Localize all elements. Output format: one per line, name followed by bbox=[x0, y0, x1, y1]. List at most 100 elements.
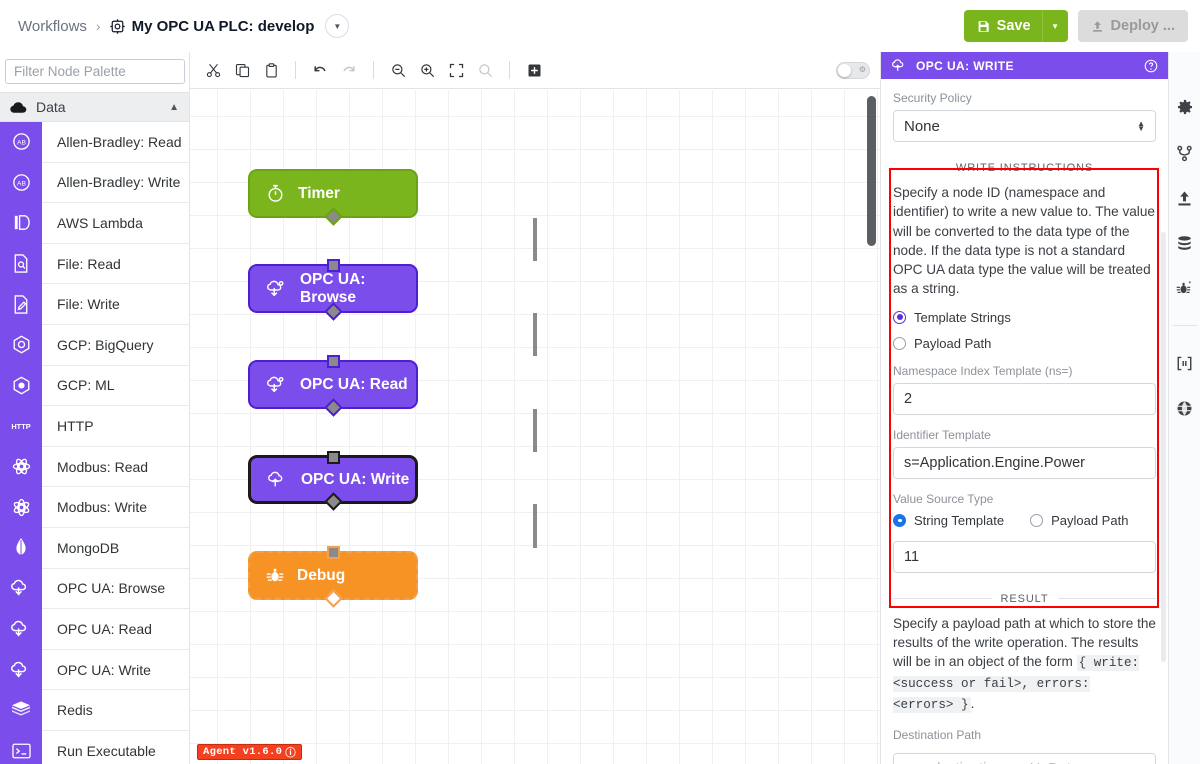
zoom-out-button[interactable] bbox=[385, 57, 411, 83]
modbus-read-icon bbox=[0, 446, 42, 487]
palette-item-file-write[interactable]: File: Write bbox=[0, 283, 189, 325]
panel-vertical-scrollbar[interactable] bbox=[1161, 232, 1166, 662]
destination-path-input[interactable] bbox=[893, 753, 1156, 764]
node-palette-sidebar: Data ▲ AB Allen-Bradley: Read AB Allen-Brad… bbox=[0, 52, 190, 764]
radio-string-template[interactable] bbox=[893, 513, 906, 527]
palette-item-http[interactable]: HTTP HTTP bbox=[0, 405, 189, 447]
filter-node-palette-input[interactable] bbox=[5, 59, 185, 84]
palette-item-label: GCP: BigQuery bbox=[57, 336, 154, 353]
breadcrumb-workflows-link[interactable]: Workflows bbox=[18, 18, 87, 35]
bug-gear-icon[interactable] bbox=[1175, 278, 1195, 298]
palette-item-opc-ua-write[interactable]: OPC UA: Write bbox=[0, 649, 189, 691]
node-input-port[interactable] bbox=[326, 546, 340, 559]
node-label: Debug bbox=[297, 566, 346, 584]
palette-item-redis[interactable]: Redis bbox=[0, 689, 189, 731]
canvas-node-timer[interactable]: Timer bbox=[248, 169, 418, 226]
canvas-vertical-scrollbar[interactable] bbox=[867, 96, 876, 246]
code-brackets-icon[interactable] bbox=[1175, 353, 1195, 373]
palette-item-modbus-read[interactable]: Modbus: Read bbox=[0, 446, 189, 488]
radio-value-payload-path[interactable] bbox=[1030, 513, 1044, 527]
namespace-index-input[interactable] bbox=[893, 382, 1156, 415]
gear-icon[interactable] bbox=[1175, 98, 1195, 118]
toggle-knob bbox=[838, 63, 851, 77]
radio-label: Template Strings bbox=[914, 309, 1011, 325]
reset-zoom-button[interactable] bbox=[472, 57, 498, 83]
zoom-in-button[interactable] bbox=[414, 57, 440, 83]
palette-item-file-read[interactable]: File: Read bbox=[0, 243, 189, 285]
canvas-mode-toggle[interactable]: ⚙ bbox=[836, 61, 870, 79]
palette-item-label: OPC UA: Browse bbox=[57, 580, 166, 597]
save-button-group: Save ▼ bbox=[963, 10, 1068, 42]
source-mode-payload-path[interactable]: Payload Path bbox=[893, 336, 1156, 351]
deploy-label: Deploy ... bbox=[1110, 18, 1175, 34]
radio-label: Payload Path bbox=[914, 335, 992, 351]
agent-version-badge[interactable]: Agent v1.6.0 ⓘ bbox=[197, 744, 303, 760]
palette-item-aws-lambda[interactable]: AWS Lambda bbox=[0, 202, 189, 244]
opcua-cloud-icon bbox=[0, 649, 42, 690]
palette-item-mongodb[interactable]: MongoDB bbox=[0, 527, 189, 569]
copy-button[interactable] bbox=[229, 57, 255, 83]
value-input-wrap bbox=[893, 540, 1156, 573]
file-write-icon bbox=[0, 283, 42, 325]
workflow-menu-chevron-down-icon[interactable]: ▼ bbox=[325, 14, 350, 38]
value-template-input[interactable] bbox=[893, 540, 1156, 573]
branch-icon[interactable] bbox=[1175, 143, 1195, 163]
palette-item-label: Redis bbox=[57, 702, 93, 719]
info-icon[interactable]: ⓘ bbox=[285, 745, 296, 760]
radio-payload-path[interactable] bbox=[893, 336, 906, 350]
gcp-bigquery-icon bbox=[0, 324, 42, 366]
save-dropdown-chevron-down-icon[interactable]: ▼ bbox=[1041, 10, 1068, 42]
palette-item-list[interactable]: AB Allen-Bradley: Read AB Allen-Bradley: Wr… bbox=[0, 122, 189, 764]
chevron-up-icon[interactable]: ▲ bbox=[169, 102, 179, 113]
canvas-node-opcua-read[interactable]: OPC UA: Read bbox=[248, 355, 418, 417]
database-icon[interactable] bbox=[1175, 233, 1195, 253]
node-output-port[interactable] bbox=[323, 492, 343, 511]
right-icon-rail bbox=[1168, 52, 1200, 764]
redo-button[interactable] bbox=[336, 57, 362, 83]
source-mode-template-strings[interactable]: Template Strings bbox=[893, 310, 1156, 325]
panel-title: OPC UA: WRITE bbox=[916, 58, 1014, 73]
fit-to-screen-button[interactable] bbox=[443, 57, 469, 83]
help-icon[interactable] bbox=[1144, 59, 1158, 73]
node-output-port[interactable] bbox=[323, 398, 343, 417]
canvas-node-opcua-write[interactable]: OPC UA: Write bbox=[248, 451, 418, 511]
ab-badge-icon: AB bbox=[0, 162, 42, 203]
palette-item-modbus-write[interactable]: Modbus: Write bbox=[0, 486, 189, 528]
palette-item-opc-ua-read[interactable]: OPC UA: Read bbox=[0, 608, 189, 650]
node-output-port[interactable] bbox=[323, 207, 343, 226]
deploy-button[interactable]: Deploy ... bbox=[1077, 10, 1188, 42]
palette-item-allen-bradley-write[interactable]: AB Allen-Bradley: Write bbox=[0, 162, 189, 204]
cut-button[interactable] bbox=[200, 57, 226, 83]
panel-header: OPC UA: WRITE bbox=[881, 52, 1168, 79]
node-output-port[interactable] bbox=[323, 589, 343, 608]
link-write-debug bbox=[533, 504, 537, 548]
canvas-grid[interactable]: Timer OPC UA: Browse OPC UA: Read OPC UA… bbox=[190, 90, 880, 764]
palette-item-gcp-bigquery[interactable]: GCP: BigQuery bbox=[0, 324, 189, 366]
paste-button[interactable] bbox=[258, 57, 284, 83]
node-input-port[interactable] bbox=[326, 451, 340, 464]
palette-item-gcp-ml[interactable]: GCP: ML bbox=[0, 365, 189, 407]
node-input-port[interactable] bbox=[326, 355, 340, 368]
globe-icon[interactable] bbox=[1175, 398, 1195, 418]
palette-item-label: OPC UA: Read bbox=[57, 620, 152, 637]
toolbar-divider bbox=[295, 61, 296, 79]
radio-template-strings[interactable] bbox=[893, 310, 906, 324]
upload-icon[interactable] bbox=[1175, 188, 1195, 208]
palette-item-run-executable[interactable]: Run Executable bbox=[0, 730, 189, 764]
identifier-template-input[interactable] bbox=[893, 446, 1156, 479]
palette-item-allen-bradley-read[interactable]: AB Allen-Bradley: Read bbox=[0, 122, 189, 163]
palette-item-label: File: Read bbox=[57, 255, 121, 272]
canvas-node-opcua-browse[interactable]: OPC UA: Browse bbox=[248, 259, 418, 321]
palette-item-opc-ua-browse[interactable]: OPC UA: Browse bbox=[0, 568, 189, 610]
palette-category-data[interactable]: Data ▲ bbox=[0, 92, 189, 122]
canvas-node-debug[interactable]: Debug bbox=[248, 546, 418, 608]
palette-item-label: AWS Lambda bbox=[57, 214, 143, 231]
palette-item-label: MongoDB bbox=[57, 539, 120, 556]
add-node-button[interactable] bbox=[521, 57, 547, 83]
security-policy-select[interactable]: None ▲ ▼ bbox=[893, 110, 1156, 142]
node-input-port[interactable] bbox=[326, 259, 340, 272]
security-policy-label: Security Policy bbox=[893, 91, 972, 105]
undo-button[interactable] bbox=[307, 57, 333, 83]
save-button[interactable]: Save bbox=[963, 10, 1042, 42]
destination-path-label: Destination Path bbox=[893, 728, 982, 742]
